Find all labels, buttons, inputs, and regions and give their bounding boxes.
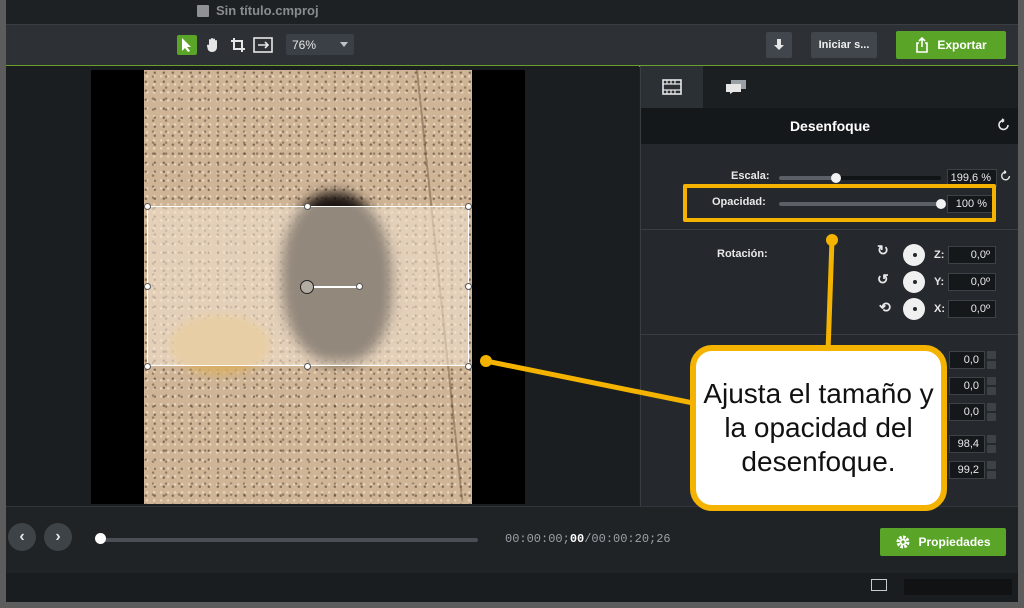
- rotation-z-field[interactable]: 0,0º: [948, 246, 996, 264]
- opacity-highlight-box: [683, 184, 996, 222]
- rotation-handle[interactable]: [356, 283, 363, 290]
- size-stepper[interactable]: [987, 461, 996, 479]
- window-title: Sin título.cmproj: [216, 3, 319, 18]
- resize-handle-top-right[interactable]: [465, 203, 472, 210]
- effect-title-bar: Desenfoque: [641, 108, 1018, 144]
- gear-icon: [896, 535, 910, 549]
- position-stepper[interactable]: [987, 403, 996, 421]
- size-field[interactable]: 99,2: [949, 461, 985, 479]
- properties-button[interactable]: Propiedades: [880, 528, 1006, 556]
- divider: [641, 229, 1018, 230]
- hand-tool-icon[interactable]: [203, 35, 223, 55]
- rotation-y-field[interactable]: 0,0º: [948, 273, 996, 291]
- export-label: Exportar: [937, 38, 987, 52]
- timecode: 00:00:00;00/00:00:20;26: [505, 532, 671, 546]
- previous-button[interactable]: ‹: [8, 523, 36, 551]
- size-stepper[interactable]: [987, 435, 996, 453]
- timecode-duration: /00:00:20;26: [584, 532, 671, 546]
- scale-slider-knob[interactable]: [830, 173, 841, 183]
- status-strip: [6, 573, 1018, 602]
- playhead-knob[interactable]: [95, 533, 106, 544]
- resize-handle-bottom-left[interactable]: [144, 363, 151, 370]
- callout-icon: [726, 80, 746, 94]
- next-button[interactable]: ›: [44, 523, 72, 551]
- title-bar: Sin título.cmproj: [6, 0, 1018, 24]
- zoom-value: 76%: [292, 37, 317, 52]
- rotate-x-icon: ⟲: [879, 299, 891, 315]
- canvas-area: [6, 66, 639, 506]
- scale-reset-icon[interactable]: [1000, 170, 1012, 182]
- effect-title: Desenfoque: [789, 118, 871, 134]
- scale-slider-fill: [779, 176, 836, 180]
- tab-annotations[interactable]: [705, 66, 767, 108]
- scale-slider[interactable]: [779, 173, 941, 183]
- reset-icon[interactable]: [997, 118, 1011, 132]
- mini-timeline: [904, 579, 1012, 595]
- share-icon: [916, 37, 929, 53]
- rotation-x-label: X:: [934, 303, 945, 315]
- position-stepper[interactable]: [987, 377, 996, 395]
- move-handle[interactable]: [300, 280, 314, 294]
- timecode-current: 00:00:00;: [505, 532, 570, 546]
- resize-handle-bottom[interactable]: [304, 363, 311, 370]
- zoom-dropdown[interactable]: 76%: [286, 34, 354, 55]
- size-field[interactable]: 98,4: [949, 435, 985, 453]
- tab-visual-properties[interactable]: [641, 66, 703, 108]
- download-icon: [774, 39, 784, 50]
- rotation-arm: [314, 286, 359, 288]
- resize-handle-left[interactable]: [144, 283, 151, 290]
- divider: [641, 334, 1018, 335]
- chevron-right-icon: ›: [55, 528, 61, 545]
- rotation-y-dial[interactable]: [903, 271, 925, 293]
- callout-text: Ajusta el tamaño y la opacidad del desen…: [703, 378, 934, 477]
- video-frame[interactable]: [144, 70, 472, 504]
- timeline-scrubber[interactable]: [96, 538, 478, 542]
- pointer-tool-icon[interactable]: [177, 35, 197, 55]
- document-icon: [197, 5, 209, 17]
- resize-handle-top[interactable]: [304, 203, 311, 210]
- properties-label: Propiedades: [918, 535, 991, 549]
- playback-bar: ‹ › 00:00:00;00/00:00:20;26 Propiedades: [6, 506, 1018, 573]
- position-field[interactable]: 0,0: [949, 377, 985, 395]
- position-field[interactable]: 0,0: [949, 351, 985, 369]
- rotation-x-field[interactable]: 0,0º: [948, 300, 996, 318]
- preview-stage: [91, 70, 525, 504]
- resize-handle-top-left[interactable]: [144, 203, 151, 210]
- sign-in-button[interactable]: Iniciar s...: [811, 32, 877, 58]
- position-field[interactable]: 0,0: [949, 403, 985, 421]
- chevron-left-icon: ‹: [19, 528, 25, 545]
- scale-label: Escala:: [731, 170, 770, 182]
- app-window: Sin título.cmproj 76% Iniciar s... Expor…: [6, 0, 1018, 602]
- rotation-y-label: Y:: [934, 276, 945, 288]
- position-stepper[interactable]: [987, 351, 996, 369]
- rotate-y-icon: ↺: [877, 271, 889, 287]
- resize-handle-right[interactable]: [465, 283, 472, 290]
- download-button[interactable]: [766, 32, 792, 58]
- resize-handle-bottom-right[interactable]: [465, 363, 472, 370]
- rotation-z-dial[interactable]: [903, 244, 925, 266]
- panel-tabs: [641, 66, 1018, 108]
- rotate-z-icon: ↻: [877, 242, 889, 258]
- export-button[interactable]: Exportar: [896, 31, 1006, 59]
- rotation-z-label: Z:: [934, 249, 945, 261]
- crop-icon[interactable]: [228, 35, 248, 55]
- rotation-label: Rotación:: [717, 248, 768, 260]
- rotation-x-dial[interactable]: [903, 298, 925, 320]
- expand-icon[interactable]: [871, 579, 887, 591]
- film-icon: [662, 79, 682, 95]
- pan-zoom-icon[interactable]: [253, 35, 273, 55]
- chevron-down-icon: [340, 42, 348, 47]
- timecode-frame: 00: [569, 532, 585, 546]
- toolbar: 76% Iniciar s... Exportar: [6, 24, 1018, 67]
- callout-bubble: Ajusta el tamaño y la opacidad del desen…: [690, 345, 947, 511]
